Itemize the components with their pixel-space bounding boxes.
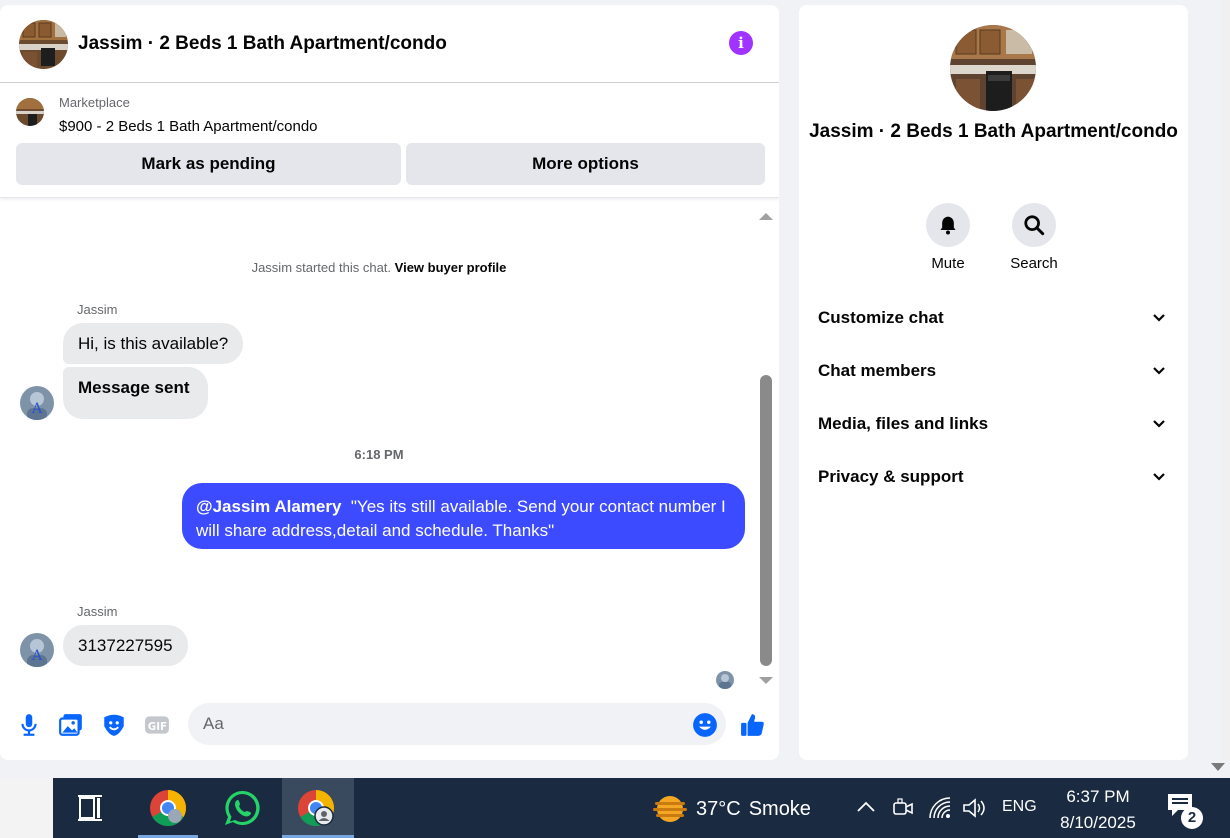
search-icon — [1012, 203, 1056, 247]
section-label: Media, files and links — [818, 414, 989, 433]
chat-header: Jassim · 2 Beds 1 Bath Apartment/condo i — [0, 5, 779, 83]
incoming-message[interactable]: 3137227595 — [63, 625, 188, 666]
bell-icon — [926, 203, 970, 247]
chevron-up-icon[interactable] — [856, 800, 876, 814]
chrome-icon[interactable] — [138, 778, 198, 838]
chat-started-notice: Jassim started this chat. View buyer pro… — [0, 260, 758, 275]
section-label: Chat members — [818, 361, 937, 380]
customize-chat-section[interactable]: Customize chat — [818, 298, 1168, 338]
message-input[interactable] — [188, 703, 726, 745]
incoming-message[interactable]: Message sent — [63, 367, 208, 419]
windows-taskbar: 37°C Smoke ENG 6:37 PM 8/10/2025 2 — [0, 778, 1230, 838]
outgoing-message[interactable]: @Jassim Alamery "Yes its still available… — [182, 483, 745, 549]
sidebar-title: Jassim · 2 Beds 1 Bath Apartment/condo — [809, 121, 1178, 142]
weather-temp: 37°C — [696, 797, 741, 820]
input-language[interactable]: ENG — [1002, 798, 1037, 816]
marketplace-label: Marketplace — [59, 95, 130, 110]
scroll-down-arrow-icon[interactable] — [759, 677, 773, 684]
mark-as-pending-button[interactable]: Mark as pending — [16, 143, 401, 185]
scrollbar-thumb[interactable] — [760, 375, 772, 666]
scroll-up-arrow-icon[interactable] — [759, 213, 773, 220]
volume-icon[interactable] — [962, 796, 988, 820]
page-scroll-down-arrow-icon[interactable] — [1211, 763, 1225, 771]
task-view-icon[interactable] — [60, 778, 120, 838]
timestamp-separator: 6:18 PM — [354, 447, 404, 462]
clock-date: 8/10/2025 — [1060, 813, 1136, 832]
incoming-message[interactable]: Hi, is this available? — [63, 323, 244, 364]
message-list: Jassim started this chat. View buyer pro… — [0, 203, 779, 693]
weather-widget[interactable]: 37°C Smoke — [652, 794, 811, 824]
emoji-icon[interactable] — [692, 712, 718, 738]
thumbs-up-icon[interactable] — [740, 712, 766, 738]
listing-thumbnail[interactable] — [16, 98, 44, 126]
weather-condition: Smoke — [748, 797, 811, 820]
media-files-links-section[interactable]: Media, files and links — [818, 404, 1168, 444]
sender-avatar[interactable]: A — [20, 386, 54, 420]
seen-indicator-avatar — [716, 671, 734, 689]
start-area[interactable] — [0, 778, 53, 838]
message-composer: GIF — [0, 695, 779, 755]
svg-text:A: A — [31, 648, 43, 664]
mute-button[interactable]: Mute — [913, 203, 983, 272]
microphone-icon[interactable] — [16, 712, 42, 738]
chevron-down-icon — [1153, 420, 1165, 428]
chat-members-section[interactable]: Chat members — [818, 351, 1168, 391]
svg-text:A: A — [31, 401, 43, 417]
listing-title[interactable]: $900 - 2 Beds 1 Bath Apartment/condo — [59, 118, 318, 135]
gif-label: GIF — [148, 721, 167, 733]
mute-label: Mute — [931, 255, 965, 272]
sender-name: Jassim — [77, 604, 118, 619]
page-scrollbar[interactable] — [1221, 0, 1230, 760]
chat-title[interactable]: Jassim · 2 Beds 1 Bath Apartment/condo — [78, 33, 447, 55]
chat-panel: Jassim · 2 Beds 1 Bath Apartment/condo i… — [0, 5, 779, 760]
chevron-down-icon — [1153, 314, 1165, 322]
wifi-icon[interactable] — [928, 796, 952, 820]
privacy-support-section[interactable]: Privacy & support — [818, 457, 1168, 497]
marketplace-listing-bar: Marketplace $900 - 2 Beds 1 Bath Apartme… — [0, 84, 779, 198]
chat-details-sidebar: Jassim · 2 Beds 1 Bath Apartment/condo M… — [799, 5, 1188, 760]
view-buyer-profile-link[interactable]: View buyer profile — [395, 260, 507, 275]
mention[interactable]: @Jassim Alamery — [196, 497, 341, 516]
smoke-weather-icon — [653, 796, 687, 822]
listing-avatar-large[interactable] — [950, 25, 1036, 111]
meet-now-icon[interactable] — [892, 797, 914, 819]
gif-icon[interactable]: GIF — [144, 712, 170, 738]
search-button[interactable]: Search — [999, 203, 1069, 272]
info-icon[interactable]: i — [729, 31, 753, 55]
whatsapp-icon[interactable] — [212, 778, 272, 838]
chevron-down-icon — [1153, 367, 1165, 375]
photo-icon[interactable] — [58, 712, 84, 738]
sender-name: Jassim — [77, 302, 118, 317]
more-options-button[interactable]: More options — [406, 143, 765, 185]
clock[interactable]: 6:37 PM 8/10/2025 — [1050, 784, 1146, 836]
chat-started-text: Jassim started this chat. — [251, 260, 392, 275]
sticker-icon[interactable] — [101, 712, 127, 738]
search-label: Search — [1010, 255, 1058, 272]
chrome-profile-icon[interactable] — [282, 778, 354, 838]
notification-count-badge: 2 — [1181, 807, 1203, 829]
listing-avatar[interactable] — [19, 20, 68, 69]
clock-time: 6:37 PM — [1066, 787, 1130, 806]
sender-avatar[interactable]: A — [20, 633, 54, 667]
section-label: Customize chat — [818, 308, 944, 327]
notification-center-button[interactable]: 2 — [1166, 792, 1206, 829]
section-label: Privacy & support — [818, 467, 964, 486]
chevron-down-icon — [1153, 473, 1165, 481]
